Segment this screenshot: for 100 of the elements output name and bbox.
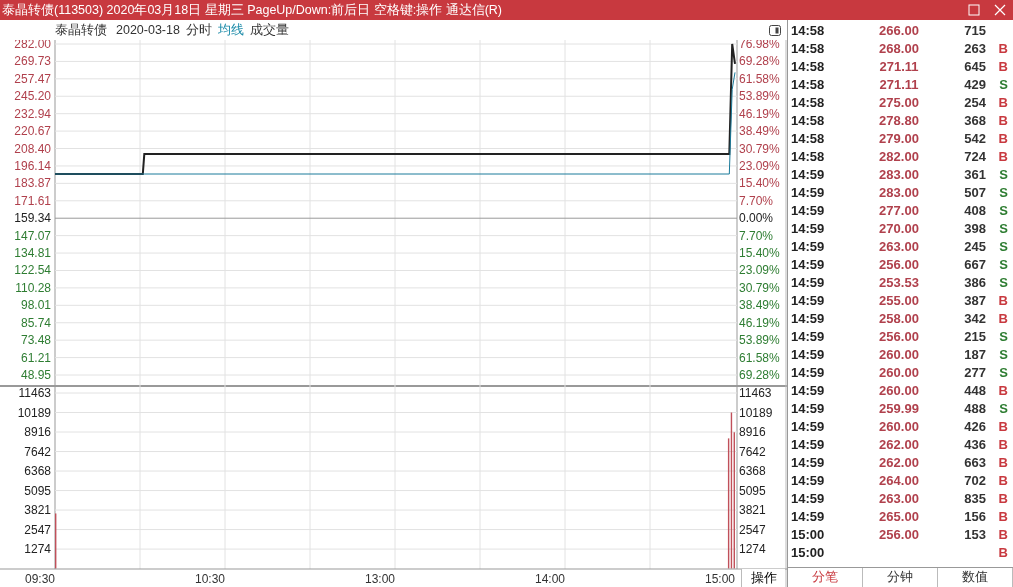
trade-side: B [997, 58, 1008, 76]
axis-label: 53.89% [739, 89, 780, 104]
trade-side: B [997, 130, 1008, 148]
trade-time: 14:59 [790, 220, 826, 238]
axis-label: 257.47 [14, 71, 51, 86]
trade-volume: 507 [963, 184, 986, 202]
time-label: 15:00 [704, 572, 735, 586]
axis-label: 46.19% [739, 315, 780, 330]
trade-time: 15:00 [790, 544, 826, 562]
axis-label: 3821 [24, 503, 51, 518]
axis-label: 30.79% [739, 141, 780, 156]
close-icon[interactable] [993, 3, 1007, 17]
trade-price: 255.00 [878, 292, 920, 310]
axis-label: 38.49% [739, 124, 780, 139]
axis-label: 147.07 [14, 228, 51, 243]
trade-price: 271.11 [878, 76, 920, 94]
axis-label: 73.48 [20, 333, 51, 348]
axis-label: 85.74 [20, 315, 51, 330]
trade-time: 14:59 [790, 454, 826, 472]
trade-side: B [997, 40, 1008, 58]
axis-label: 48.95 [20, 368, 51, 382]
trade-time: 14:59 [790, 508, 826, 526]
axis-label: 23.09% [739, 263, 780, 278]
trade-price: 256.00 [878, 328, 920, 346]
trade-price: 283.00 [878, 166, 920, 184]
axis-label: 5095 [24, 483, 51, 498]
security-name: 泰晶转债 [55, 22, 107, 39]
time-label: 14:00 [534, 572, 565, 586]
time-label: 13:00 [364, 572, 395, 586]
axis-label: 282.00 [14, 40, 51, 51]
trade-side: B [997, 148, 1008, 166]
axis-label: 61.58% [739, 350, 780, 365]
trade-time: 14:59 [790, 400, 826, 418]
trade-volume: 426 [963, 418, 986, 436]
axis-label: 1274 [739, 542, 766, 557]
trade-time: 14:58 [790, 58, 826, 76]
axis-label: 8916 [739, 425, 766, 439]
trade-price: 282.00 [878, 148, 920, 166]
trade-volume: 724 [963, 148, 986, 166]
panel-toggle-icon[interactable] [769, 24, 781, 36]
trade-price: 271.11 [878, 58, 920, 76]
axis-label: 30.79% [739, 280, 780, 295]
axis-label: 2547 [739, 522, 766, 537]
chart-mode: 分时 [185, 22, 212, 39]
indicator-label[interactable]: 成交量 [249, 20, 289, 40]
action-button[interactable]: 操作 [741, 569, 785, 587]
axis-label: 0.00% [739, 211, 774, 226]
indicator-label[interactable]: 均线 [217, 20, 244, 40]
axis-label: 11463 [18, 386, 51, 400]
trade-volume: 387 [963, 292, 986, 310]
trade-volume: 254 [963, 94, 986, 112]
axis-label: 15.40% [739, 176, 780, 191]
trade-time: 14:59 [790, 310, 826, 328]
trade-price: 259.99 [878, 400, 920, 418]
axis-label: 6368 [739, 464, 766, 479]
trade-volume: 488 [963, 400, 986, 418]
trade-price: 275.00 [878, 94, 920, 112]
trade-volume: 156 [963, 508, 986, 526]
trade-side: B [997, 472, 1008, 490]
axis-label: 38.49% [739, 298, 780, 313]
axis-label: 122.54 [14, 263, 51, 278]
trade-side: B [997, 526, 1008, 544]
chart-date: 2020-03-18 [116, 22, 180, 39]
trade-side: B [997, 382, 1008, 400]
trade-time: 14:59 [790, 472, 826, 490]
time-label: 09:30 [24, 572, 55, 586]
trade-side: S [998, 166, 1008, 184]
axis-label: 3821 [739, 503, 766, 518]
trade-price: 264.00 [878, 472, 920, 490]
axis-label: 53.89% [739, 333, 780, 348]
trade-price: 268.00 [878, 40, 920, 58]
trade-volume: 187 [963, 346, 986, 364]
trade-side: B [997, 436, 1008, 454]
trade-time: 14:59 [790, 346, 826, 364]
trade-price: 270.00 [878, 220, 920, 238]
axis-label: 7.70% [739, 228, 774, 243]
trade-volume: 702 [963, 472, 986, 490]
trade-price: 283.00 [878, 184, 920, 202]
trade-time: 14:58 [790, 94, 826, 112]
trade-side: S [998, 346, 1008, 364]
trade-volume: 342 [963, 310, 986, 328]
axis-label: 110.28 [15, 280, 51, 295]
trade-side: B [997, 508, 1008, 526]
trade-price: 260.00 [878, 346, 920, 364]
axis-label: 2547 [24, 522, 51, 537]
trade-volume: 263 [963, 40, 986, 58]
trade-side: B [997, 112, 1008, 130]
trade-price: 262.00 [878, 436, 920, 454]
trade-time: 14:59 [790, 418, 826, 436]
axis-label: 6368 [24, 464, 51, 479]
trade-volume: 645 [963, 58, 986, 76]
trade-price: 253.53 [878, 274, 920, 292]
trade-price: 265.00 [878, 508, 920, 526]
axis-label: 11463 [739, 386, 772, 400]
trade-volume: 408 [963, 202, 986, 220]
axis-label: 269.73 [14, 54, 51, 69]
trade-time: 14:59 [790, 436, 826, 454]
trade-volume: 429 [963, 76, 986, 94]
trade-side: S [998, 184, 1008, 202]
axis-label: 1274 [24, 542, 51, 557]
